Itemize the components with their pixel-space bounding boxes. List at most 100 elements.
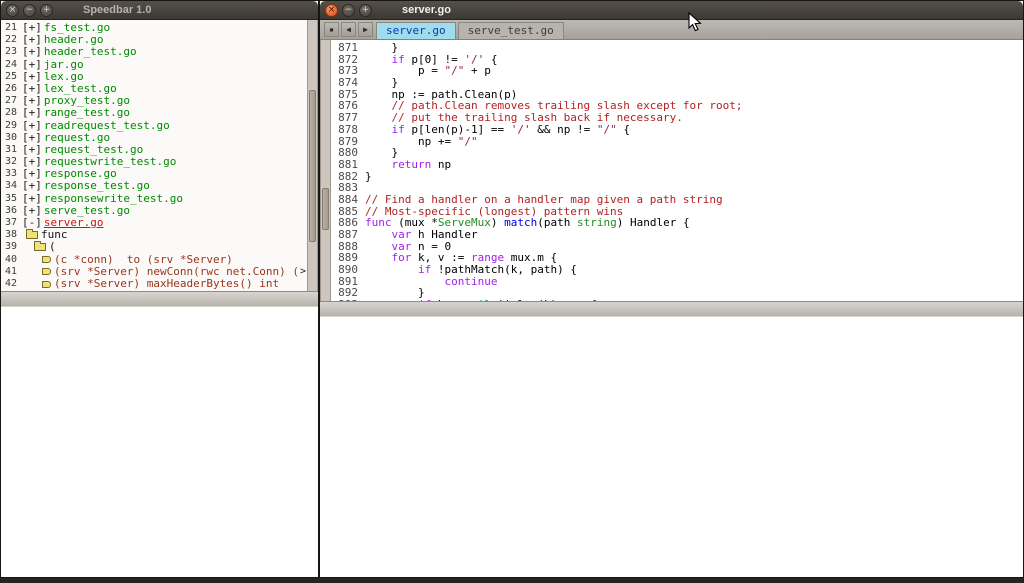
- speedbar-row-file[interactable]: 35[+]responsewrite_test.go: [1, 193, 307, 205]
- editor-scrollbar[interactable]: [320, 40, 331, 301]
- speedbar-row-group[interactable]: 38func: [1, 229, 307, 241]
- close-button[interactable]: ×: [325, 4, 338, 17]
- maximize-button[interactable]: +: [359, 4, 372, 17]
- minimize-button[interactable]: −: [342, 4, 355, 17]
- item-label[interactable]: (srv *Server) maxHeaderBytes() int: [54, 278, 279, 290]
- item-label[interactable]: jar.go: [44, 59, 84, 71]
- speedbar-row-file[interactable]: 32[+]requestwrite_test.go: [1, 156, 307, 168]
- editor-minibuffer[interactable]: [320, 316, 1023, 578]
- editor-window: ×−+ server.go ▪◀▶ server.goserve_test.go…: [319, 0, 1024, 578]
- speedbar-row-file[interactable]: 27[+]proxy_test.go: [1, 95, 307, 107]
- item-label[interactable]: request_test.go: [44, 144, 143, 156]
- speedbar-row-file[interactable]: 34 [+]response_test.go: [1, 180, 307, 192]
- scrollbar-thumb[interactable]: [322, 188, 329, 230]
- item-label[interactable]: range_test.go: [44, 107, 130, 119]
- item-label[interactable]: lex.go: [44, 71, 84, 83]
- item-label[interactable]: func: [41, 229, 68, 241]
- expander-button[interactable]: [+]: [22, 193, 42, 205]
- expander-button[interactable]: [+]: [22, 83, 42, 95]
- speedbar-row-file[interactable]: 21[+]fs_test.go: [1, 22, 307, 34]
- speedbar-row-file[interactable]: 23[+]header_test.go: [1, 46, 307, 58]
- speedbar-row-file[interactable]: 25 [+]lex.go: [1, 71, 307, 83]
- tab-serve_test.go[interactable]: serve_test.go: [458, 22, 564, 39]
- item-label[interactable]: readrequest_test.go: [44, 120, 170, 132]
- speedbar-row-tag[interactable]: 40 (c *conn) to (srv *Server): [1, 254, 307, 266]
- expander-button[interactable]: [+]: [22, 205, 42, 217]
- item-label[interactable]: request.go: [44, 132, 110, 144]
- editor-titlebar[interactable]: ×−+ server.go: [320, 1, 1023, 20]
- item-label[interactable]: requestwrite_test.go: [44, 156, 176, 168]
- speedbar-scrollbar[interactable]: [307, 20, 318, 291]
- speedbar-row-file[interactable]: 22 [+]header.go: [1, 34, 307, 46]
- expander-button[interactable]: [+]: [22, 168, 42, 180]
- code-line[interactable]: 881 return np: [331, 159, 1023, 171]
- item-label[interactable]: fs_test.go: [44, 22, 110, 34]
- item-label[interactable]: lex_test.go: [44, 83, 117, 95]
- item-label[interactable]: (c *conn) to (srv *Server): [54, 254, 233, 266]
- scroll-right-icon[interactable]: ▶: [358, 22, 373, 37]
- window-controls: ×−+: [325, 4, 372, 17]
- item-label[interactable]: header.go: [44, 34, 104, 46]
- code-area[interactable]: Handlefunc(pattern string, handler Handl…: [331, 40, 1023, 301]
- item-label[interactable]: response_test.go: [44, 180, 150, 192]
- speedbar-row-file[interactable]: 26[+]lex_test.go: [1, 83, 307, 95]
- expander-button[interactable]: [+]: [22, 46, 42, 58]
- menu-icon[interactable]: ▪: [324, 22, 339, 37]
- line-number: 893: [331, 299, 358, 300]
- close-button[interactable]: ×: [6, 4, 19, 17]
- expander-button[interactable]: [+]: [22, 34, 42, 46]
- line-number: 887: [331, 229, 358, 241]
- speedbar-row-file[interactable]: 36[+]serve_test.go: [1, 205, 307, 217]
- mouse-cursor: [688, 12, 702, 32]
- line-number: 24: [1, 59, 17, 71]
- speedbar-minibuffer[interactable]: [1, 306, 318, 578]
- expander-button[interactable]: [+]: [22, 107, 42, 119]
- speedbar-row-file[interactable]: 31[+]request_test.go: [1, 144, 307, 156]
- line-number: 25: [1, 71, 17, 83]
- speedbar-row-file[interactable]: 28[+]range_test.go: [1, 107, 307, 119]
- speedbar-row-tag[interactable]: 41(srv *Server) newConn(rwc net.Conn) (>: [1, 266, 307, 278]
- code-line[interactable]: 882}: [331, 171, 1023, 183]
- expander-button[interactable]: [+]: [22, 180, 42, 192]
- expander-button[interactable]: [+]: [22, 156, 42, 168]
- code-line[interactable]: 891 continue: [331, 276, 1023, 288]
- speedbar-row-file[interactable]: 29[+]readrequest_test.go: [1, 120, 307, 132]
- item-label[interactable]: (srv *Server) newConn(rwc net.Conn) (: [54, 266, 299, 278]
- line-number: 40: [1, 254, 17, 266]
- expander-button[interactable]: [+]: [22, 22, 42, 34]
- speedbar-row-file[interactable]: 30[+]request.go: [1, 132, 307, 144]
- maximize-button[interactable]: +: [40, 4, 53, 17]
- speedbar-row-file_sel[interactable]: 37[-]server.go: [1, 217, 307, 229]
- scrollbar-thumb[interactable]: [309, 90, 316, 241]
- speedbar-row-tag[interactable]: 42(srv *Server) maxHeaderBytes() int: [1, 278, 307, 290]
- expander-button[interactable]: [+]: [22, 144, 42, 156]
- line-number: 22: [1, 34, 17, 46]
- scroll-left-icon[interactable]: ◀: [341, 22, 356, 37]
- speedbar-row-file[interactable]: 33[+]response.go: [1, 168, 307, 180]
- code-line[interactable]: 879 np += "/": [331, 136, 1023, 148]
- expander-button[interactable]: [+]: [22, 132, 42, 144]
- speedbar-window: ×−+ Speedbar 1.0 21[+]fs_test.go22[+]hea…: [0, 0, 319, 578]
- item-label[interactable]: response.go: [44, 168, 117, 180]
- speedbar-row-group[interactable]: 39(: [1, 241, 307, 253]
- speedbar-titlebar[interactable]: ×−+ Speedbar 1.0: [1, 1, 318, 20]
- line-number: 871: [331, 42, 358, 54]
- speedbar-row-file[interactable]: 24 [+]jar.go: [1, 59, 307, 71]
- item-label[interactable]: proxy_test.go: [44, 95, 130, 107]
- item-label[interactable]: (: [49, 241, 56, 253]
- expander-button[interactable]: [+]: [22, 95, 42, 107]
- expander-button[interactable]: [+]: [22, 59, 42, 71]
- code-line[interactable]: 893 if h == nil || len(k) > n {: [331, 299, 1023, 300]
- item-label[interactable]: header_test.go: [44, 46, 137, 58]
- expander-button[interactable]: [+]: [22, 71, 42, 83]
- minimize-button[interactable]: −: [23, 4, 36, 17]
- tab-server.go[interactable]: server.go: [376, 22, 456, 39]
- code-line[interactable]: 873 p = "/" + p: [331, 65, 1023, 77]
- expander-button[interactable]: [+]: [22, 120, 42, 132]
- item-label[interactable]: serve_test.go: [44, 205, 130, 217]
- line-number: 874: [331, 77, 358, 89]
- expander-button[interactable]: [-]: [22, 217, 42, 229]
- item-label[interactable]: server.go: [44, 217, 104, 229]
- line-number: 34: [1, 180, 17, 192]
- item-label[interactable]: responsewrite_test.go: [44, 193, 183, 205]
